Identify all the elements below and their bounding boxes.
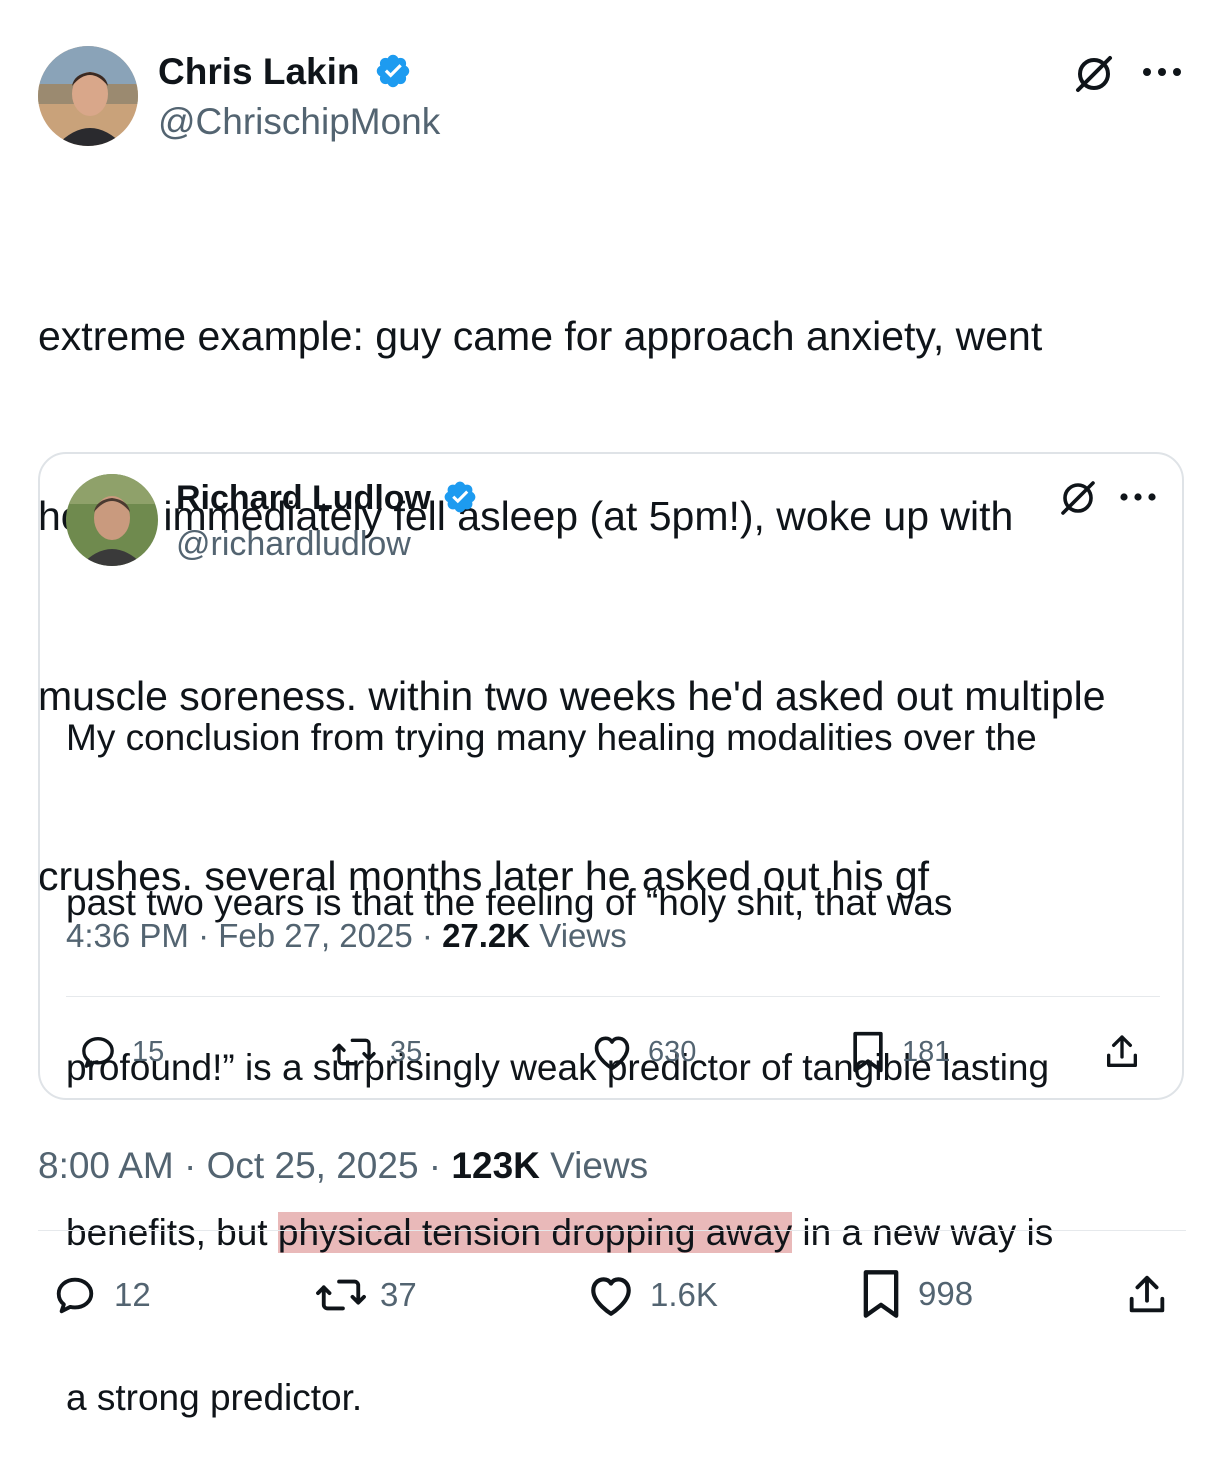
quoted-repost-count: 35 — [390, 1035, 423, 1068]
quoted-author-avatar[interactable] — [66, 474, 158, 566]
like-icon — [591, 1277, 631, 1316]
grok-icon[interactable] — [1058, 478, 1098, 518]
tweet-meta: 8:00 AM · Oct 25, 2025 · 123K Views — [38, 1145, 649, 1186]
like-button[interactable]: 1.6K — [586, 1270, 718, 1320]
tweet-divider — [38, 1230, 1186, 1231]
author-handle[interactable]: @ChrischipMonk — [158, 100, 440, 144]
author-name-text[interactable]: Chris Lakin — [158, 51, 360, 92]
author-avatar[interactable] — [38, 46, 138, 146]
reply-icon — [82, 1037, 114, 1068]
quoted-tweet-meta: 4:36 PM · Feb 27, 2025 · 27.2K Views — [66, 917, 627, 954]
repost-count: 37 — [380, 1276, 417, 1313]
quoted-like-count: 630 — [648, 1035, 697, 1068]
views-label: Views — [550, 1145, 649, 1186]
reply-button[interactable]: 12 — [52, 1270, 151, 1320]
quoted-text-line: My conclusion from trying many healing m… — [66, 717, 1037, 758]
tweet-date[interactable]: Oct 25, 2025 — [207, 1145, 419, 1186]
quoted-reply-button[interactable]: 15 — [78, 1030, 164, 1074]
quoted-text-line: a strong predictor. — [66, 1377, 363, 1418]
bookmark-button[interactable]: 998 — [858, 1268, 973, 1320]
share-icon — [1129, 1275, 1165, 1313]
verified-badge-icon — [445, 481, 476, 513]
bookmark-count: 998 — [918, 1275, 974, 1312]
quoted-text-line: benefits, but physical tension dropping … — [66, 1205, 1176, 1260]
quoted-text-segment: benefits, but — [66, 1212, 278, 1253]
highlighted-text: physical tension dropping away — [277, 1212, 793, 1253]
quoted-reply-count: 15 — [132, 1035, 165, 1068]
repost-icon — [332, 1038, 376, 1066]
share-button[interactable] — [1124, 1270, 1170, 1320]
quoted-divider — [66, 996, 1160, 997]
tweet-time[interactable]: 8:00 AM — [38, 1145, 174, 1186]
quoted-views-count: 27.2K — [442, 917, 531, 954]
quoted-bookmark-button[interactable]: 181 — [848, 1030, 950, 1074]
more-icon[interactable] — [1140, 64, 1184, 80]
quoted-bookmark-count: 181 — [902, 1035, 951, 1068]
quoted-author-name-text[interactable]: Richard Ludlow — [176, 479, 431, 517]
repost-icon — [316, 1279, 366, 1311]
tweet-text-line: extreme example: guy came for approach a… — [38, 313, 1043, 359]
bookmark-icon — [863, 1270, 899, 1318]
bookmark-icon — [853, 1031, 883, 1073]
quoted-tweet-date[interactable]: Feb 27, 2025 — [218, 917, 413, 954]
reply-icon — [56, 1277, 94, 1314]
quoted-tweet-time[interactable]: 4:36 PM — [66, 917, 189, 954]
quoted-share-button[interactable] — [1102, 1030, 1142, 1074]
quoted-author-handle[interactable]: @richardludlow — [176, 524, 411, 564]
share-icon — [1107, 1035, 1137, 1067]
quoted-text-segment: in a new way is — [792, 1212, 1054, 1253]
views-count: 123K — [451, 1145, 540, 1186]
grok-icon[interactable] — [1072, 52, 1116, 96]
reply-count: 12 — [114, 1276, 151, 1313]
like-count: 1.6K — [650, 1276, 718, 1313]
repost-button[interactable]: 37 — [314, 1270, 417, 1320]
quoted-like-button[interactable]: 630 — [590, 1030, 696, 1074]
author-name[interactable]: Chris Lakin — [158, 50, 412, 94]
quoted-repost-button[interactable]: 35 — [330, 1030, 422, 1074]
quoted-views-label: Views — [539, 917, 627, 954]
verified-badge-icon — [376, 54, 410, 88]
quoted-author-name[interactable]: Richard Ludlow — [176, 478, 478, 518]
like-icon — [594, 1036, 630, 1071]
more-icon[interactable] — [1118, 490, 1158, 504]
